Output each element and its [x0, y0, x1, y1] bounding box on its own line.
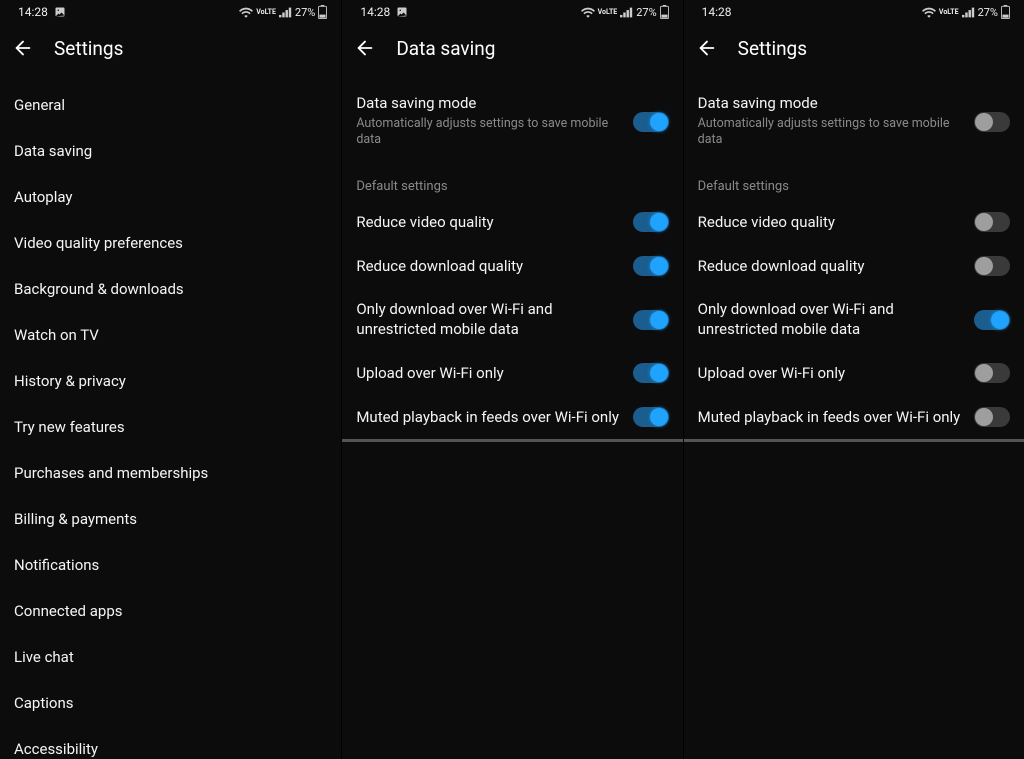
settings-item-purchases[interactable]: Purchases and memberships	[0, 450, 341, 496]
switch[interactable]	[974, 310, 1010, 330]
arrow-back-icon	[696, 37, 718, 59]
status-bar: 14:28 VoLTE 27%	[0, 0, 341, 24]
back-button[interactable]	[12, 37, 34, 59]
toggle-upload-over-wifi-only[interactable]: Upload over Wi-Fi only	[684, 351, 1024, 395]
toggle-muted-playback-wifi-only[interactable]: Muted playback in feeds over Wi-Fi only	[342, 395, 682, 439]
battery-icon	[660, 5, 669, 19]
status-time: 14:28	[702, 5, 732, 19]
battery-icon	[318, 5, 327, 19]
row-title: Upload over Wi-Fi only	[698, 364, 962, 384]
settings-list: General Data saving Autoplay Video quali…	[0, 82, 341, 759]
toggle-data-saving-mode[interactable]: Data saving mode Automatically adjusts s…	[342, 82, 682, 161]
toggle-data-saving-mode[interactable]: Data saving mode Automatically adjusts s…	[684, 82, 1024, 161]
switch[interactable]	[974, 363, 1010, 383]
wifi-icon	[922, 7, 936, 18]
page-title: Data saving	[396, 37, 495, 60]
settings-item-watch-on-tv[interactable]: Watch on TV	[0, 312, 341, 358]
settings-item-billing[interactable]: Billing & payments	[0, 496, 341, 542]
settings-item-autoplay[interactable]: Autoplay	[0, 174, 341, 220]
settings-item-connected-apps[interactable]: Connected apps	[0, 588, 341, 634]
battery-icon	[1001, 5, 1010, 19]
row-title: Reduce video quality	[356, 213, 620, 233]
section-header: Default settings	[684, 161, 1024, 200]
battery-pct: 27%	[295, 6, 315, 19]
toggle-reduce-download-quality[interactable]: Reduce download quality	[684, 244, 1024, 288]
page-title: Settings	[738, 37, 807, 60]
wifi-icon	[581, 7, 595, 18]
row-title: Reduce video quality	[698, 213, 962, 233]
settings-item-video-quality[interactable]: Video quality preferences	[0, 220, 341, 266]
gallery-icon	[54, 6, 66, 18]
switch[interactable]	[974, 256, 1010, 276]
switch[interactable]	[974, 407, 1010, 427]
row-title: Only download over Wi-Fi and unrestricte…	[356, 300, 620, 339]
settings-item-notifications[interactable]: Notifications	[0, 542, 341, 588]
row-title: Data saving mode	[698, 94, 962, 114]
battery-pct: 27%	[636, 6, 656, 19]
settings-item-live-chat[interactable]: Live chat	[0, 634, 341, 680]
switch[interactable]	[633, 363, 669, 383]
signal-icon	[962, 7, 975, 18]
page-title: Settings	[54, 37, 123, 60]
row-title: Reduce download quality	[356, 257, 620, 277]
signal-icon	[279, 7, 292, 18]
bottom-divider	[684, 439, 1024, 442]
settings-item-data-saving[interactable]: Data saving	[0, 128, 341, 174]
volte-icon: VoLTE	[939, 9, 959, 16]
screen-data-saving-on: 14:28 VoLTE 27% Data saving Data saving …	[341, 0, 682, 759]
row-title: Data saving mode	[356, 94, 620, 114]
status-bar: 14:28 VoLTE 27%	[342, 0, 682, 24]
row-title: Muted playback in feeds over Wi-Fi only	[698, 408, 962, 428]
toggle-only-download-over-wifi[interactable]: Only download over Wi-Fi and unrestricte…	[342, 288, 682, 351]
switch[interactable]	[633, 310, 669, 330]
app-bar: Settings	[684, 24, 1024, 72]
volte-icon: VoLTE	[598, 9, 618, 16]
settings-item-try-new-features[interactable]: Try new features	[0, 404, 341, 450]
status-time: 14:28	[18, 5, 48, 19]
back-button[interactable]	[696, 37, 718, 59]
toggle-only-download-over-wifi[interactable]: Only download over Wi-Fi and unrestricte…	[684, 288, 1024, 351]
row-subtitle: Automatically adjusts settings to save m…	[356, 116, 620, 150]
switch[interactable]	[974, 112, 1010, 132]
battery-pct: 27%	[978, 6, 998, 19]
app-bar: Settings	[0, 24, 341, 72]
switch[interactable]	[633, 212, 669, 232]
switch[interactable]	[633, 407, 669, 427]
screen-settings-list: 14:28 VoLTE 27% Settings General Data sa…	[0, 0, 341, 759]
arrow-back-icon	[354, 37, 376, 59]
settings-item-history-privacy[interactable]: History & privacy	[0, 358, 341, 404]
section-header: Default settings	[342, 161, 682, 200]
row-title: Reduce download quality	[698, 257, 962, 277]
switch[interactable]	[974, 212, 1010, 232]
app-bar: Data saving	[342, 24, 682, 72]
data-saving-options: Data saving mode Automatically adjusts s…	[342, 82, 682, 759]
toggle-muted-playback-wifi-only[interactable]: Muted playback in feeds over Wi-Fi only	[684, 395, 1024, 439]
toggle-upload-over-wifi-only[interactable]: Upload over Wi-Fi only	[342, 351, 682, 395]
gallery-icon	[396, 6, 408, 18]
toggle-reduce-download-quality[interactable]: Reduce download quality	[342, 244, 682, 288]
screen-data-saving-off: 14:28 VoLTE 27% Settings Data saving mod…	[683, 0, 1024, 759]
row-title: Muted playback in feeds over Wi-Fi only	[356, 408, 620, 428]
data-saving-options: Data saving mode Automatically adjusts s…	[684, 82, 1024, 759]
status-time: 14:28	[360, 5, 390, 19]
toggle-reduce-video-quality[interactable]: Reduce video quality	[342, 200, 682, 244]
back-button[interactable]	[354, 37, 376, 59]
toggle-reduce-video-quality[interactable]: Reduce video quality	[684, 200, 1024, 244]
switch[interactable]	[633, 112, 669, 132]
switch[interactable]	[633, 256, 669, 276]
row-title: Only download over Wi-Fi and unrestricte…	[698, 300, 962, 339]
settings-item-accessibility[interactable]: Accessibility	[0, 726, 341, 759]
signal-icon	[620, 7, 633, 18]
row-title: Upload over Wi-Fi only	[356, 364, 620, 384]
settings-item-captions[interactable]: Captions	[0, 680, 341, 726]
status-bar: 14:28 VoLTE 27%	[684, 0, 1024, 24]
wifi-icon	[239, 7, 253, 18]
row-subtitle: Automatically adjusts settings to save m…	[698, 116, 962, 150]
arrow-back-icon	[12, 37, 34, 59]
volte-icon: VoLTE	[256, 9, 276, 16]
bottom-divider	[342, 439, 682, 442]
settings-item-general[interactable]: General	[0, 82, 341, 128]
settings-item-background-downloads[interactable]: Background & downloads	[0, 266, 341, 312]
